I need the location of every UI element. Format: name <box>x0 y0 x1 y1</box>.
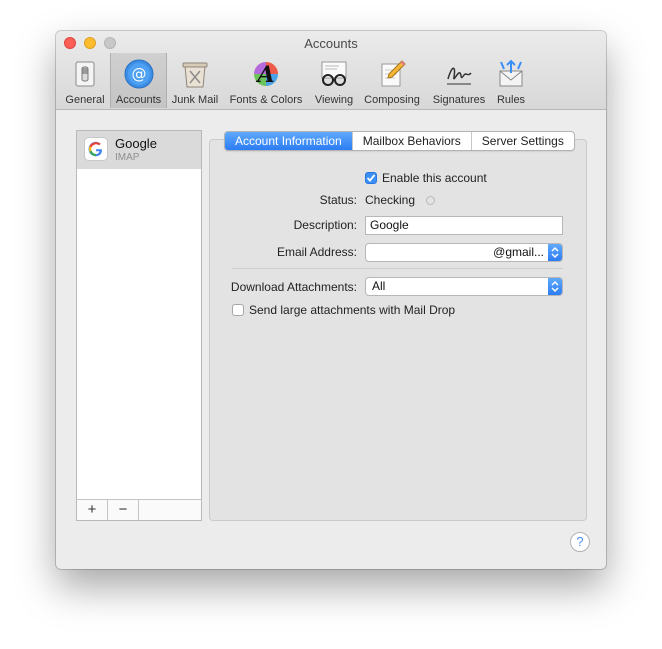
tab-server-settings[interactable]: Server Settings <box>472 132 574 150</box>
add-account-button[interactable]: + <box>77 500 108 520</box>
toolbar-composing[interactable]: Composing <box>360 55 424 107</box>
separator <box>232 268 563 269</box>
mail-drop-label: Send large attachments with Mail Drop <box>249 303 456 317</box>
status-label: Status: <box>319 193 357 207</box>
email-address-popup[interactable]: @gmail... <box>365 243 563 262</box>
download-attachments-value: All <box>372 279 386 293</box>
status-spinner-icon <box>426 196 435 205</box>
status-value: Checking <box>365 193 416 207</box>
account-list-buttons: + − <box>77 499 201 520</box>
toolbar-accounts-label: Accounts <box>115 94 162 106</box>
toolbar-composing-label: Composing <box>364 94 420 106</box>
description-field[interactable]: Google <box>365 216 563 235</box>
mail-drop-checkbox[interactable] <box>232 304 244 316</box>
pencil-paper-icon <box>381 60 406 87</box>
description-label: Description: <box>293 218 357 232</box>
toolbar-viewing-label: Viewing <box>314 94 354 106</box>
svg-text:A: A <box>255 62 274 88</box>
switch-icon <box>75 61 95 87</box>
account-name: Google <box>115 136 157 151</box>
toolbar-viewing[interactable]: Viewing <box>310 55 358 107</box>
trash-can-icon <box>182 62 208 88</box>
checkmark-icon <box>366 174 376 182</box>
svg-text:@: @ <box>131 65 146 83</box>
download-attachments-label: Download Attachments: <box>230 280 357 294</box>
toolbar-junk-mail-label: Junk Mail <box>171 94 219 106</box>
tab-mailbox-behaviors[interactable]: Mailbox Behaviors <box>353 132 472 150</box>
enable-account-checkbox[interactable] <box>365 172 377 184</box>
font-colors-icon: A <box>254 62 278 88</box>
toolbar-signatures[interactable]: Signatures <box>428 55 490 107</box>
toolbar-fonts-colors-label: Fonts & Colors <box>229 94 303 106</box>
enable-account-label: Enable this account <box>382 171 487 185</box>
toolbar-general-label: General <box>65 94 105 106</box>
preferences-window: Accounts General @ Accounts Junk Mail A … <box>56 31 606 569</box>
rules-envelope-icon <box>499 59 523 87</box>
chevron-updown-icon <box>548 244 562 261</box>
titlebar: Accounts General @ Accounts Junk Mail A … <box>56 31 606 110</box>
window-title: Accounts <box>304 36 358 51</box>
download-attachments-popup[interactable]: All <box>365 277 563 296</box>
tab-account-information[interactable]: Account Information <box>225 132 353 150</box>
toolbar-general[interactable]: General <box>62 55 108 107</box>
account-type: IMAP <box>115 152 140 163</box>
email-address-label: Email Address: <box>276 245 357 259</box>
glasses-icon <box>321 61 347 86</box>
toolbar-rules-label: Rules <box>496 94 526 106</box>
toolbar-accounts[interactable]: @ Accounts <box>110 53 167 108</box>
email-address-value: @gmail... <box>493 245 544 259</box>
toolbar-junk-mail[interactable]: Junk Mail <box>168 55 222 107</box>
account-list: Google IMAP + − <box>76 130 202 521</box>
help-button[interactable]: ? <box>570 532 590 552</box>
account-row[interactable]: Google IMAP <box>77 131 201 169</box>
remove-account-button[interactable]: − <box>108 500 139 520</box>
signature-icon <box>447 67 472 85</box>
toolbar-rules[interactable]: Rules <box>492 55 530 107</box>
chevron-updown-icon <box>548 278 562 295</box>
toolbar-signatures-label: Signatures <box>432 94 486 106</box>
toolbar-fonts-colors[interactable]: A Fonts & Colors <box>224 55 308 107</box>
google-g-icon <box>84 137 108 161</box>
tab-bar: Account Information Mailbox Behaviors Se… <box>224 131 575 151</box>
at-sign-icon: @ <box>124 59 153 89</box>
